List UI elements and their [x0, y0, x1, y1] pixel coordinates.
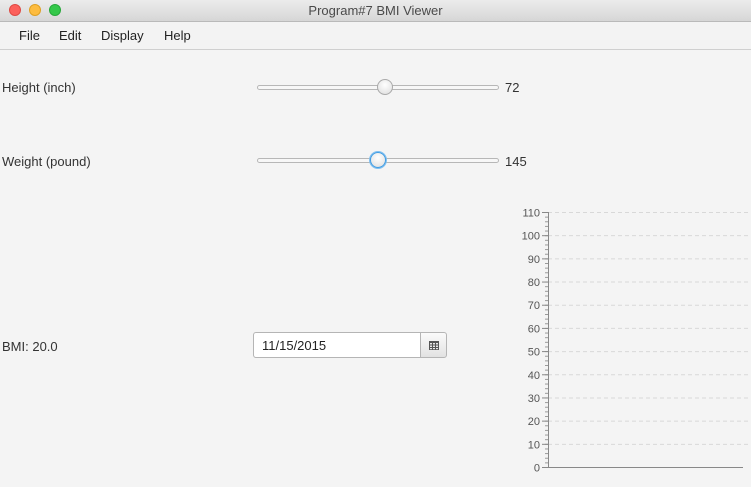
- y-tick-label: 20: [528, 416, 540, 428]
- y-tick-label: 40: [528, 370, 540, 382]
- y-tick-label: 70: [528, 300, 540, 312]
- y-tick-label: 90: [528, 254, 540, 266]
- y-tick-label: 60: [528, 323, 540, 335]
- y-tick-label: 30: [528, 393, 540, 405]
- y-tick-label: 80: [528, 277, 540, 289]
- y-tick-label: 10: [528, 439, 540, 451]
- y-tick-label: 0: [534, 463, 540, 475]
- y-tick-label: 110: [522, 208, 540, 220]
- y-tick-label: 50: [528, 347, 540, 359]
- bmi-chart: 0 10 20 30 40 50 60 70 80 90 100 110: [522, 208, 751, 475]
- y-tick-label: 100: [522, 231, 540, 243]
